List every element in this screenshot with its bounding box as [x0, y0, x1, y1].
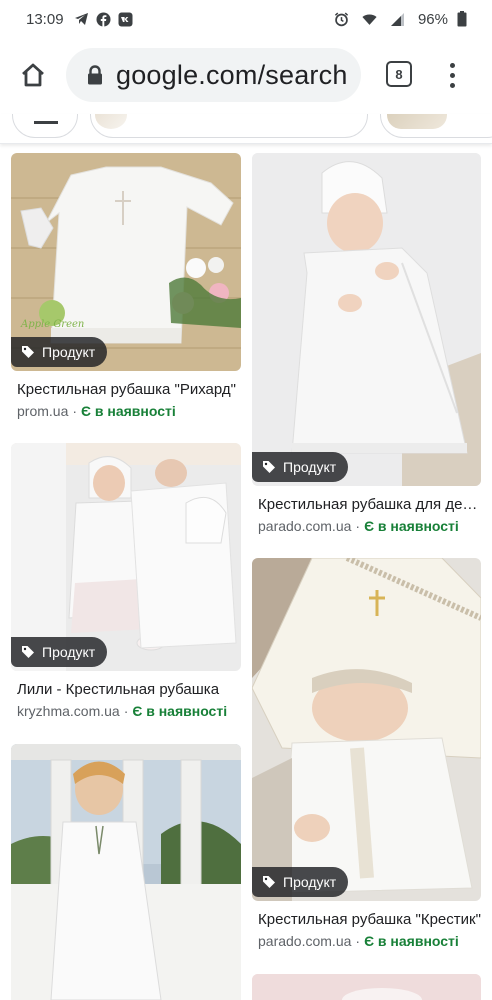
result-title[interactable]: Крестильная рубашка "Крестик"	[258, 911, 481, 928]
availability-label: Є в наявності	[364, 518, 459, 534]
url-text: google.com/search	[116, 59, 348, 90]
watermark-logo: Apple Green	[21, 319, 85, 330]
product-badge: Продукт	[11, 637, 108, 667]
result-card[interactable]: Apple Green Продукт Крестильная рубашка …	[11, 153, 241, 423]
badge-label: Продукт	[283, 459, 337, 475]
result-site[interactable]: kryzhma.com.ua	[17, 703, 120, 719]
vk-icon	[118, 12, 133, 27]
more-vert-icon[interactable]	[440, 58, 464, 92]
signal-icon	[390, 12, 405, 27]
result-site[interactable]: parado.com.ua	[258, 518, 351, 534]
status-time: 13:09	[26, 10, 64, 28]
filter-chip[interactable]	[12, 114, 78, 138]
image-results-grid: Apple Green Продукт Крестильная рубашка …	[0, 144, 492, 1000]
badge-label: Продукт	[42, 644, 96, 660]
result-card[interactable]: Продукт Крестильная рубашка для девочки …	[252, 153, 481, 534]
alarm-icon	[334, 12, 349, 27]
tag-icon	[21, 345, 35, 359]
availability-label: Є в наявності	[364, 933, 459, 949]
facebook-icon	[96, 12, 111, 27]
result-image[interactable]	[11, 744, 241, 1000]
result-card[interactable]: Продукт Крестильная рубашка "Крестик" pa…	[252, 558, 481, 949]
result-image[interactable]	[252, 974, 481, 1000]
product-badge: Продукт	[252, 867, 349, 897]
wifi-icon	[362, 12, 377, 27]
result-card[interactable]	[11, 744, 241, 1000]
result-image[interactable]	[252, 153, 481, 486]
home-icon[interactable]	[16, 58, 50, 92]
tag-icon	[262, 875, 276, 889]
product-badge: Продукт	[252, 452, 349, 482]
filter-chip-row	[0, 114, 492, 144]
product-badge: Продукт	[11, 337, 108, 367]
availability-label: Є в наявності	[81, 403, 176, 419]
address-bar[interactable]: google.com/search	[66, 48, 361, 102]
telegram-icon	[74, 12, 89, 27]
battery-percent: 96%	[417, 10, 448, 28]
result-title[interactable]: Крестильная рубашка для девочки	[258, 496, 481, 513]
tag-icon	[262, 460, 276, 474]
badge-label: Продукт	[42, 344, 96, 360]
status-bar: 13:09 96%	[0, 0, 492, 38]
result-card[interactable]: Продукт Лили - Крестильная рубашка kryzh…	[11, 443, 241, 723]
battery-icon	[454, 11, 469, 27]
result-meta: parado.com.ua · Є в наявності	[258, 518, 459, 534]
result-site[interactable]: parado.com.ua	[258, 933, 351, 949]
availability-label: Є в наявності	[132, 703, 228, 719]
result-image[interactable]	[252, 558, 481, 901]
result-title[interactable]: Лили - Крестильная рубашка	[17, 681, 241, 698]
filter-chip[interactable]	[90, 114, 368, 138]
result-card[interactable]	[252, 974, 481, 1000]
tag-icon	[21, 645, 35, 659]
filter-chip[interactable]	[380, 114, 492, 138]
badge-label: Продукт	[283, 874, 337, 890]
browser-toolbar: google.com/search 8	[0, 38, 492, 114]
lock-icon	[86, 64, 104, 86]
result-title[interactable]: Крестильная рубашка "Рихард"	[17, 381, 241, 398]
result-meta: parado.com.ua · Є в наявності	[258, 933, 459, 949]
result-meta: kryzhma.com.ua · Є в наявності	[17, 703, 228, 719]
tabs-icon[interactable]: 8	[386, 61, 412, 87]
result-meta: prom.ua · Є в наявності	[17, 403, 176, 419]
result-site[interactable]: prom.ua	[17, 403, 68, 419]
